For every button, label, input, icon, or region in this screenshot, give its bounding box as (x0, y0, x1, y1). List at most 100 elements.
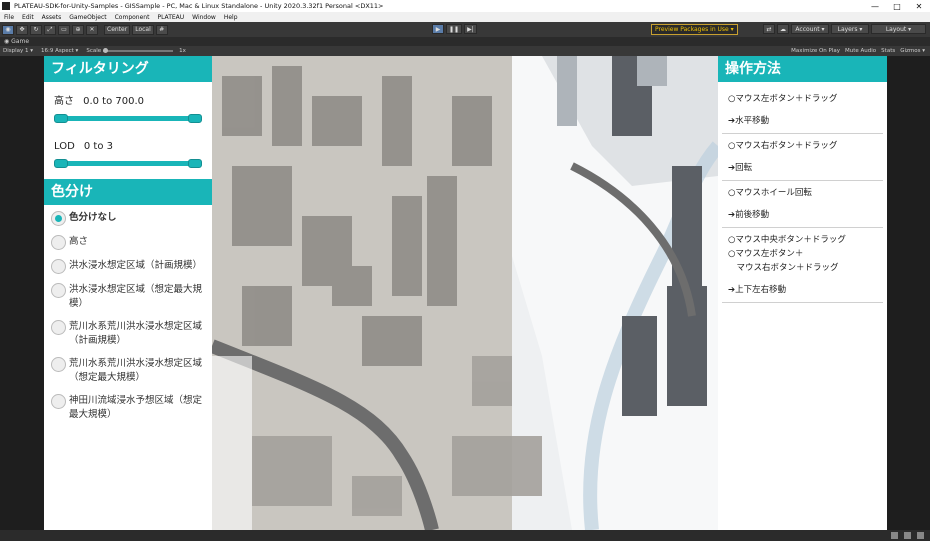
auto-generate-lighting-icon[interactable] (917, 532, 924, 539)
menu-edit[interactable]: Edit (22, 14, 34, 21)
space-label: Local (135, 26, 151, 33)
custom-tool-icon[interactable]: ✕ (86, 24, 98, 35)
height-max-handle[interactable] (188, 114, 202, 123)
bug-icon[interactable] (891, 532, 898, 539)
game-tab-label: Game (11, 38, 30, 45)
menu-assets[interactable]: Assets (42, 14, 62, 21)
filtering-heading: フィルタリング (44, 56, 212, 82)
height-min-handle[interactable] (54, 114, 68, 123)
coloring-option-label: 荒川水系荒川洪水浸水想定区域（計画規模） (69, 321, 203, 346)
coloring-option[interactable]: 高さ (44, 235, 212, 250)
coloring-option[interactable]: 荒川水系荒川洪水浸水想定区域（想定最大規模） (44, 357, 212, 385)
display-dropdown[interactable]: Display 1 ▾ (3, 48, 33, 54)
controls-heading: 操作方法 (718, 56, 887, 82)
pivot-label: Center (107, 26, 128, 33)
collab-icon[interactable]: ⇄ (763, 24, 775, 34)
account-dropdown[interactable]: Account ▾ (791, 24, 829, 34)
rotate-tool-icon[interactable]: ↻ (30, 24, 42, 35)
pivot-local-button[interactable]: Local (132, 24, 154, 35)
pause-icon[interactable]: ❚❚ (446, 24, 463, 34)
control-instruction: ○マウス左ボタン＋ (728, 249, 804, 259)
radio-button[interactable] (51, 235, 66, 250)
control-instruction: ○マウス中央ボタン＋ドラッグ (728, 235, 846, 245)
transform-tool-icon[interactable]: ⊕ (72, 24, 84, 35)
coloring-option[interactable]: 神田川流域浸水予想区域（想定最大規模） (44, 394, 212, 422)
coloring-option-label: 荒川水系荒川洪水浸水想定区域（想定最大規模） (69, 358, 203, 383)
menu-file[interactable]: File (4, 14, 14, 21)
control-result: ➔水平移動 (728, 116, 770, 126)
minimize-button[interactable]: — (864, 2, 886, 11)
stats-toggle[interactable]: Stats (881, 48, 895, 54)
close-button[interactable]: ✕ (908, 2, 930, 11)
scale-tool-icon[interactable]: ⤢ (44, 24, 56, 35)
menu-gameobject[interactable]: GameObject (69, 14, 106, 21)
scale-value: 1x (179, 48, 186, 54)
control-result: ➔回転 (728, 163, 753, 173)
menu-plateau[interactable]: PLATEAU (157, 14, 184, 21)
cache-icon[interactable] (904, 532, 911, 539)
lod-range-slider[interactable] (54, 159, 202, 168)
right-panel: 操作方法 ○マウス左ボタン＋ドラッグ ➔水平移動 ○マウス右ボタン＋ドラッグ ➔回転 ○… (718, 56, 887, 530)
game-view-toolbar: Display 1 ▾ 16:9 Aspect ▾ Scale 1x Maxim… (0, 46, 930, 56)
coloring-option[interactable]: 洪水浸水想定区域（計画規模） (44, 259, 212, 274)
cloud-icon[interactable]: ☁ (777, 24, 789, 34)
radio-button[interactable] (51, 357, 66, 372)
menu-component[interactable]: Component (115, 14, 150, 21)
left-panel: フィルタリング 高さ 0.0 to 700.0 LOD 0 to 3 色分け 色… (44, 56, 212, 530)
city-3d-view[interactable] (212, 56, 718, 530)
game-viewport: フィルタリング 高さ 0.0 to 700.0 LOD 0 to 3 色分け 色… (0, 56, 930, 530)
coloring-options: 色分けなし高さ洪水浸水想定区域（計画規模） 洪水浸水想定区域（想定最大規模） 荒川水… (44, 211, 212, 422)
control-group: ○マウスホイール回転 ➔前後移動 (718, 181, 887, 227)
control-instruction: ○マウス右ボタン＋ドラッグ (728, 141, 838, 151)
play-icon[interactable]: ▶ (432, 24, 444, 34)
lod-max-handle[interactable] (188, 159, 202, 168)
coloring-option[interactable]: 洪水浸水想定区域（想定最大規模） (44, 283, 212, 311)
scale-slider[interactable] (103, 48, 174, 53)
control-group: ○マウス左ボタン＋ドラッグ ➔水平移動 (718, 87, 887, 133)
mute-audio-toggle[interactable]: Mute Audio (845, 48, 876, 54)
step-icon[interactable]: ▶| (464, 24, 477, 34)
game-view: フィルタリング 高さ 0.0 to 700.0 LOD 0 to 3 色分け 色… (44, 56, 887, 530)
radio-button[interactable] (51, 211, 66, 226)
control-instruction: ○マウス左ボタン＋ドラッグ (728, 94, 838, 104)
game-tab[interactable]: ◉ Game (0, 37, 930, 46)
maximize-on-play-toggle[interactable]: Maximize On Play (791, 48, 840, 54)
lod-slider-track (54, 161, 202, 166)
controls-list: ○マウス左ボタン＋ドラッグ ➔水平移動 ○マウス右ボタン＋ドラッグ ➔回転 ○マウスホイ… (718, 87, 887, 303)
control-group: ○マウス中央ボタン＋ドラッグ ○マウス左ボタン＋ マウス右ボタン＋ドラッグ ➔上下左… (718, 228, 887, 302)
radio-button[interactable] (51, 394, 66, 409)
status-bar (0, 530, 930, 541)
scale-label: Scale (86, 48, 102, 54)
aspect-dropdown[interactable]: 16:9 Aspect ▾ (41, 48, 78, 54)
menu-help[interactable]: Help (224, 14, 238, 21)
height-range-slider[interactable] (54, 114, 202, 123)
radio-button[interactable] (51, 283, 66, 298)
divider (722, 302, 883, 303)
layers-dropdown[interactable]: Layers ▾ (831, 24, 869, 34)
right-toolbar: ⇄ ☁ Account ▾ Layers ▾ Layout ▾ (761, 24, 926, 34)
coloring-option-label: 神田川流域浸水予想区域（想定最大規模） (69, 395, 203, 420)
height-filter-label: 高さ (54, 96, 74, 107)
radio-button[interactable] (51, 320, 66, 335)
lod-min-handle[interactable] (54, 159, 68, 168)
coloring-option-label: 洪水浸水想定区域（想定最大規模） (69, 284, 203, 309)
rect-tool-icon[interactable]: ▭ (58, 24, 70, 35)
radio-button[interactable] (51, 259, 66, 274)
snap-icon[interactable]: # (155, 24, 168, 35)
preview-packages-button[interactable]: Preview Packages in Use ▾ (651, 24, 738, 35)
hand-tool-icon[interactable]: ◉ (2, 24, 14, 35)
height-slider-track (54, 116, 202, 121)
coloring-option-label: 高さ (69, 236, 89, 247)
control-group: ○マウス右ボタン＋ドラッグ ➔回転 (718, 134, 887, 180)
coloring-option[interactable]: 色分けなし (44, 211, 212, 226)
pivot-center-button[interactable]: Center (104, 24, 131, 35)
coloring-option[interactable]: 荒川水系荒川洪水浸水想定区域（計画規模） (44, 320, 212, 348)
menu-window[interactable]: Window (192, 14, 216, 21)
gizmos-dropdown[interactable]: Gizmos ▾ (900, 48, 925, 54)
window-title: PLATEAU-SDK-for-Unity-Samples - GISSampl… (14, 2, 384, 10)
control-instruction: マウス右ボタン＋ドラッグ (728, 263, 839, 273)
move-tool-icon[interactable]: ✥ (16, 24, 28, 35)
maximize-button[interactable]: □ (886, 2, 908, 11)
lod-filter-label: LOD (54, 141, 75, 152)
layout-dropdown[interactable]: Layout ▾ (871, 24, 926, 34)
